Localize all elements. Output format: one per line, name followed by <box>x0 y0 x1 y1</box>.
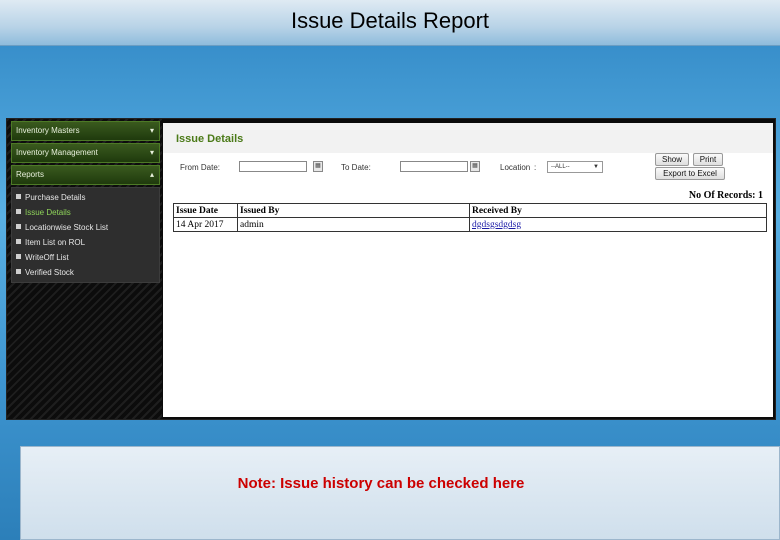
show-button[interactable]: Show <box>655 153 689 166</box>
cell-issued-by: admin <box>237 217 470 232</box>
reports-submenu: Purchase Details Issue Details Locationw… <box>11 187 160 283</box>
from-date-input[interactable] <box>239 161 307 172</box>
note-text: Note: Issue history can be checked here <box>237 475 525 492</box>
table-header-row: Issue Date Issued By Received By <box>173 203 767 218</box>
square-bullet-icon <box>16 254 21 260</box>
square-bullet-icon <box>16 239 21 245</box>
note-box: Note: Issue history can be checked here <box>20 446 780 540</box>
report-item-label: Issue Details <box>25 208 71 217</box>
square-bullet-icon <box>16 269 21 275</box>
content-heading-bar: Issue Details <box>163 123 773 153</box>
to-date-label: To Date: <box>341 163 371 172</box>
report-item-label: Locationwise Stock List <box>25 223 109 232</box>
report-item-label: Item List on ROL <box>25 238 86 247</box>
report-item-verified-stock[interactable]: Verified Stock <box>12 265 159 280</box>
report-item-purchase-details[interactable]: Purchase Details <box>12 190 159 205</box>
cell-received-by-link[interactable]: dgdsgsdgdsg <box>469 217 767 232</box>
chevron-up-icon: ▴ <box>149 170 154 179</box>
slide-title: Issue Details Report <box>290 8 490 33</box>
chevron-down-icon: ▼ <box>593 164 599 170</box>
location-colon: : <box>534 163 537 172</box>
location-selected-value: --ALL-- <box>551 164 570 170</box>
menu-label: Inventory Management <box>16 148 98 157</box>
report-item-item-list-on-rol[interactable]: Item List on ROL <box>12 235 159 250</box>
app-window: Inventory Masters ▾ Inventory Management… <box>6 118 776 420</box>
to-date-input[interactable] <box>400 161 468 172</box>
column-header-issue-date: Issue Date <box>173 203 238 218</box>
cell-issue-date: 14 Apr 2017 <box>173 217 238 232</box>
report-item-writeoff-list[interactable]: WriteOff List <box>12 250 159 265</box>
chevron-down-icon: ▾ <box>149 148 154 157</box>
records-count: No Of Records: 1 <box>688 190 763 201</box>
report-item-label: WriteOff List <box>25 253 69 262</box>
report-item-issue-details[interactable]: Issue Details <box>12 205 159 220</box>
report-item-label: Purchase Details <box>25 193 86 202</box>
report-content-panel: Issue Details From Date: ▦ To Date: ▦ Lo… <box>163 123 773 417</box>
location-select[interactable]: --ALL-- ▼ <box>547 161 603 173</box>
column-header-received-by: Received By <box>469 203 767 218</box>
menu-reports[interactable]: Reports ▴ <box>11 165 160 185</box>
calendar-icon[interactable]: ▦ <box>470 161 480 172</box>
chevron-down-icon: ▾ <box>149 126 154 135</box>
calendar-icon[interactable]: ▦ <box>313 161 323 172</box>
title-bar: Issue Details Report <box>0 0 780 46</box>
menu-inventory-management[interactable]: Inventory Management ▾ <box>11 143 160 163</box>
from-date-label: From Date: <box>180 163 221 172</box>
page-title: Issue Details <box>176 133 244 145</box>
location-label: Location <box>500 163 531 172</box>
report-item-locationwise-stock-list[interactable]: Locationwise Stock List <box>12 220 159 235</box>
menu-label: Reports <box>16 170 45 179</box>
menu-label: Inventory Masters <box>16 126 80 135</box>
export-to-excel-button[interactable]: Export to Excel <box>655 167 725 180</box>
table-row: 14 Apr 2017 admin dgdsgsdgdsg <box>173 217 767 232</box>
menu-inventory-masters[interactable]: Inventory Masters ▾ <box>11 121 160 141</box>
square-bullet-icon <box>16 209 21 215</box>
issue-details-table: Issue Date Issued By Received By 14 Apr … <box>173 203 767 232</box>
square-bullet-icon <box>16 194 21 200</box>
report-item-label: Verified Stock <box>25 268 74 277</box>
column-header-issued-by: Issued By <box>237 203 470 218</box>
sidebar: Inventory Masters ▾ Inventory Management… <box>11 121 160 283</box>
print-button[interactable]: Print <box>693 153 723 166</box>
square-bullet-icon <box>16 224 21 230</box>
